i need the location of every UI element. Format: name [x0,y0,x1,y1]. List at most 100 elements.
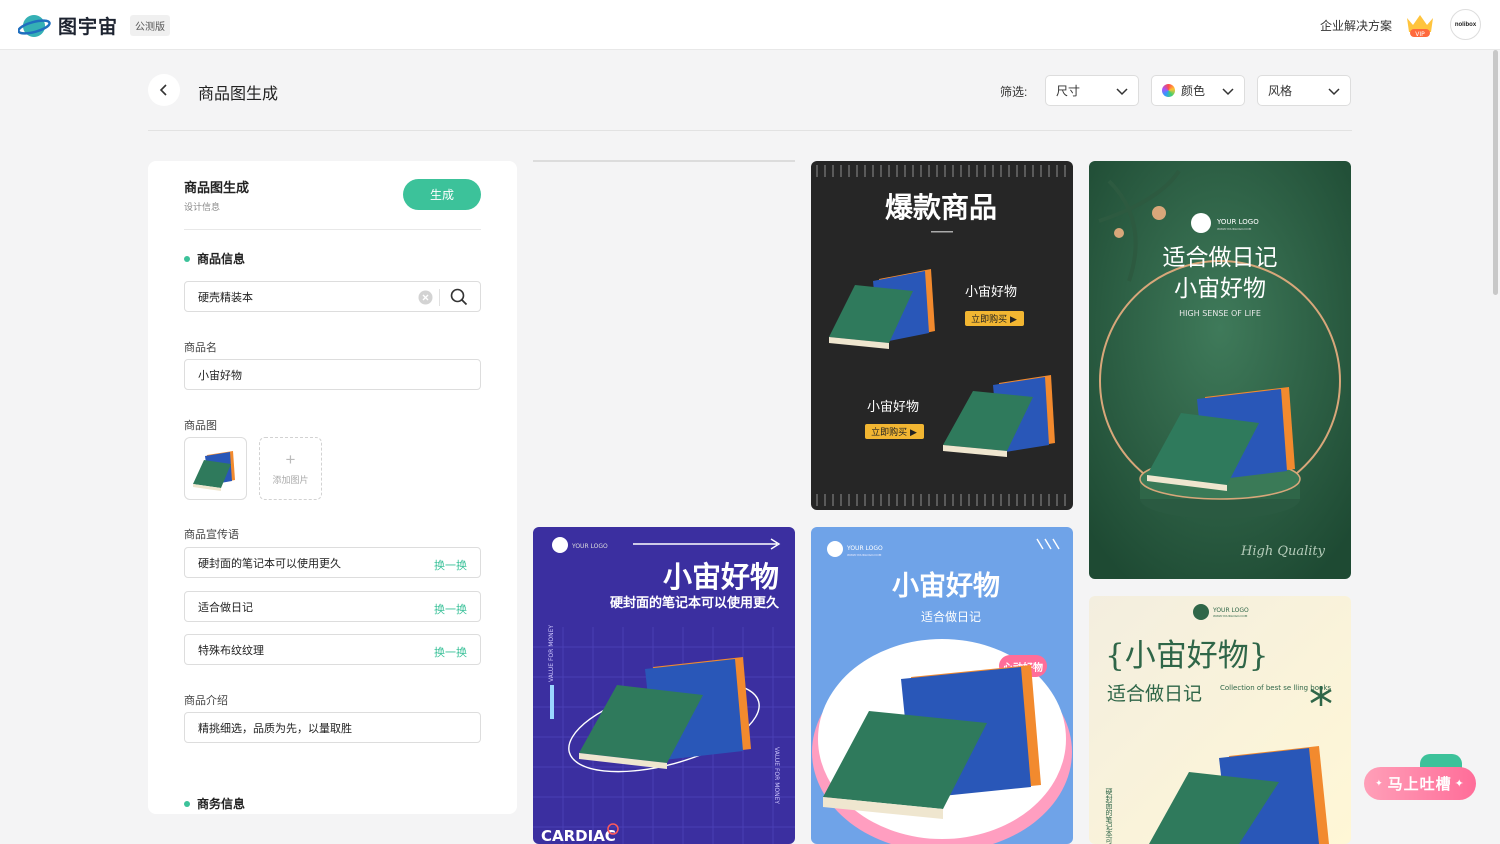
green-line-1: 适合做日记 [1163,245,1278,271]
top-bar: 图宇宙 公测版 企业解决方案 VIP nolibox [0,0,1500,50]
card-dark-artwork: 爆款商品 小宙好物 立即购买 ▶ 小宙好物 立即购买 ▶ [811,161,1073,510]
product-image-thumbnail[interactable] [184,437,247,500]
result-card-purple[interactable]: YOUR LOGO 小宙好物 硬封面的笔记本可以使用更久 VALUE FOR M… [533,527,795,844]
blue-logo-url: WWW.YOURLOGO.COM [847,553,882,557]
search-icon[interactable] [450,288,468,306]
product-search-input[interactable]: 硬壳精装本 [184,281,481,312]
color-filter-dropdown[interactable]: 颜色 [1151,75,1245,106]
color-wheel-icon [1162,84,1175,97]
chevron-down-icon [1116,88,1128,96]
filter-label: 筛选: [1000,85,1028,99]
generate-button[interactable]: 生成 [403,179,481,210]
product-intro-value: 精挑细选，品质为先，以量取胜 [198,722,352,735]
logo-text: 图宇宙 [58,16,119,38]
panel-divider [184,229,481,230]
blue-subtitle: 适合做日记 [921,609,981,624]
slogan-input-2[interactable]: 适合做日记 换一换 [184,591,481,622]
green-footer: High Quality [1240,544,1326,559]
beige-vertical: 硬封面的笔记本可 [1105,788,1113,844]
planet-logo-icon [18,15,51,37]
clear-icon[interactable] [418,290,433,305]
product-name-label: 商品名 [184,342,217,354]
feedback-label: 马上吐槽 [1387,776,1452,793]
beta-badge: 公测版 [130,14,171,36]
add-image-button[interactable]: + 添加图片 [259,437,322,500]
purple-logo: YOUR LOGO [571,543,608,550]
style-filter-dropdown[interactable]: 风格 [1257,75,1351,106]
feedback-button[interactable]: ✦ 马上吐槽 ✦ [1364,767,1476,800]
page-title: 商品图生成 [198,86,279,103]
size-filter-label: 尺寸 [1056,84,1081,98]
slogan-value: 适合做日记 [198,601,253,614]
color-filter-label: 颜色 [1181,84,1206,98]
size-filter-dropdown[interactable]: 尺寸 [1045,75,1139,106]
product-intro-label: 商品介绍 [184,695,228,707]
panel-title: 商品图生成 [184,180,250,195]
slogan-value: 硬封面的笔记本可以使用更久 [198,557,341,570]
logo[interactable]: 图宇宙 公测版 [18,10,171,40]
sparkle-icon: ✦ [1454,778,1465,790]
beige-title: {小宙好物} [1105,638,1268,674]
purple-title: 小宙好物 [663,560,779,594]
design-info-panel: 商品图生成 设计信息 生成 商品信息 硬壳精装本 商品名 小宙好物 商品图 + … [148,161,517,814]
chevron-left-icon [159,84,167,96]
product-intro-input[interactable]: 精挑细选，品质为先，以量取胜 [184,712,481,743]
purple-side-left: VALUE FOR MONEY [548,625,555,682]
beige-logo-url: WWW.YOURLOGO.COM [1213,614,1248,618]
chevron-down-icon [1222,88,1234,96]
swap-button[interactable]: 换一换 [434,557,467,573]
user-avatar[interactable]: nolibox [1450,9,1481,40]
swap-button[interactable]: 换一换 [434,644,467,660]
green-logo: YOUR LOGO [1216,218,1259,226]
green-logo-url: WWW.YOURLOGO.COM [1217,227,1252,231]
product-name-value: 小宙好物 [198,369,242,382]
page-scrollbar[interactable] [1493,50,1498,295]
card-beige-artwork: YOUR LOGO WWW.YOURLOGO.COM {小宙好物} 适合做日记 … [1089,596,1351,844]
result-card-beige[interactable]: YOUR LOGO WWW.YOURLOGO.COM {小宙好物} 适合做日记 … [1089,596,1351,844]
slogan-value: 特殊布纹纹理 [198,644,264,657]
result-card-green[interactable]: YOUR LOGO WWW.YOURLOGO.COM 适合做日记 小宙好物 HI… [1089,161,1351,579]
purple-subtitle: 硬封面的笔记本可以使用更久 [610,595,780,611]
section-dot-icon [184,800,190,807]
loading-placeholder [533,160,795,162]
slogan-label: 商品宣传语 [184,529,239,541]
product-image-label: 商品图 [184,420,217,432]
product-info-heading: 商品信息 [197,252,246,266]
style-filter-label: 风格 [1268,84,1293,98]
add-image-label: 添加图片 [272,475,309,485]
swap-button[interactable]: 换一换 [434,601,467,617]
plus-icon: + [285,450,296,469]
enterprise-solutions-link[interactable]: 企业解决方案 [1320,17,1392,34]
vip-crown-icon[interactable]: VIP [1404,12,1436,38]
dark-headline: 爆款商品 [885,191,997,224]
purple-side-right: VALUE FOR MONEY [773,747,780,804]
header-divider [148,130,1352,131]
product-name-input[interactable]: 小宙好物 [184,359,481,390]
vip-label: VIP [1415,31,1425,38]
green-line-2: 小宙好物 [1174,276,1266,302]
dark-item-1: 小宙好物 [965,285,1017,300]
business-info-section-header: 商务信息 [184,795,245,812]
search-value: 硬壳精装本 [198,291,253,304]
beige-subtitle: 适合做日记 [1107,683,1202,705]
result-card-blue[interactable]: YOUR LOGO WWW.YOURLOGO.COM 小宙好物 适合做日记 心动… [811,527,1073,844]
business-info-heading: 商务信息 [197,797,246,811]
result-card-dark[interactable]: 爆款商品 小宙好物 立即购买 ▶ 小宙好物 立即购买 ▶ [811,161,1073,510]
notebook-image [193,451,235,491]
card-blue-artwork: YOUR LOGO WWW.YOURLOGO.COM 小宙好物 适合做日记 心动… [811,527,1073,844]
dark-buy-1: 立即购买 ▶ [971,313,1017,325]
blue-title: 小宙好物 [892,570,1000,602]
purple-footer: CARDIAC [541,827,616,844]
slogan-input-1[interactable]: 硬封面的笔记本可以使用更久 换一换 [184,547,481,578]
dark-buy-2: 立即购买 ▶ [871,426,917,438]
input-separator [439,289,440,306]
back-button[interactable] [148,74,180,106]
dark-item-2: 小宙好物 [867,400,919,415]
section-dot-icon [184,255,190,262]
slogan-input-3[interactable]: 特殊布纹纹理 换一换 [184,634,481,665]
card-green-artwork: YOUR LOGO WWW.YOURLOGO.COM 适合做日记 小宙好物 HI… [1089,161,1351,579]
chevron-down-icon [1328,88,1340,96]
beige-logo: YOUR LOGO [1212,607,1249,614]
panel-subtitle: 设计信息 [184,202,221,212]
green-tagline: HIGH SENSE OF LIFE [1179,309,1261,318]
